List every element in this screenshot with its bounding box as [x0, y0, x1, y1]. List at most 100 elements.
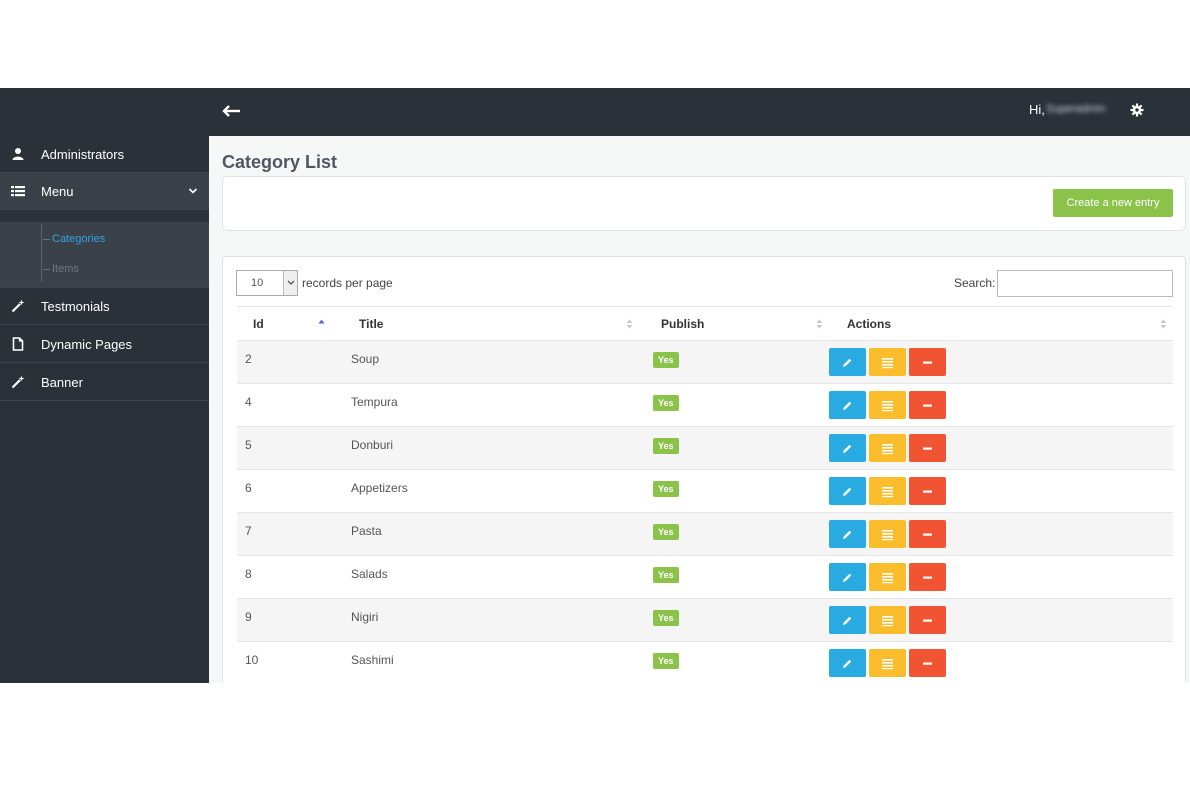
- cell-id: 10: [237, 641, 331, 683]
- list-button[interactable]: [869, 391, 906, 419]
- cell-publish: Yes: [639, 469, 829, 513]
- dash-icon: [43, 238, 50, 240]
- list-button[interactable]: [869, 477, 906, 505]
- back-arrow-icon[interactable]: [221, 100, 243, 122]
- column-header-title[interactable]: Title: [331, 306, 639, 341]
- column-header-id[interactable]: Id: [237, 306, 331, 341]
- list-button[interactable]: [869, 348, 906, 376]
- cell-id: 4: [237, 383, 331, 427]
- edit-button[interactable]: [829, 606, 866, 634]
- cell-title: Sashimi: [331, 641, 639, 683]
- submenu-item-label: Categories: [52, 233, 106, 245]
- action-panel: Create a new entry: [222, 176, 1186, 231]
- minus-icon: [923, 533, 932, 536]
- cell-title: Tempura: [331, 383, 639, 427]
- cell-actions: [829, 598, 1173, 642]
- username-text: Superadmin: [1046, 103, 1106, 115]
- cell-id: 6: [237, 469, 331, 513]
- cell-publish: Yes: [639, 555, 829, 599]
- select-caret: [283, 271, 297, 295]
- greeting-text: Hi,: [1029, 102, 1045, 117]
- list-icon: [882, 616, 893, 627]
- cell-actions: [829, 641, 1173, 683]
- table-header-row: Id Title Publish Actions: [237, 306, 1173, 341]
- delete-button[interactable]: [909, 563, 946, 591]
- minus-icon: [923, 662, 932, 665]
- records-per-page-select[interactable]: 10: [236, 270, 298, 296]
- delete-button[interactable]: [909, 606, 946, 634]
- cell-publish: Yes: [639, 383, 829, 427]
- cell-actions: [829, 383, 1173, 427]
- sort-icon: [1160, 319, 1167, 329]
- list-button[interactable]: [869, 606, 906, 634]
- list-button[interactable]: [869, 649, 906, 677]
- submenu-item-categories[interactable]: Categories: [43, 233, 105, 245]
- cell-id: 2: [237, 340, 331, 384]
- delete-button[interactable]: [909, 391, 946, 419]
- list-icon: [882, 659, 893, 670]
- select-value: 10: [251, 277, 264, 289]
- sidebar-item-menu[interactable]: Menu: [0, 173, 209, 210]
- list-icon: [882, 401, 893, 412]
- edit-button[interactable]: [829, 391, 866, 419]
- sidebar-item-label: Testmonials: [41, 299, 110, 314]
- sort-icon: [816, 319, 823, 329]
- list-button[interactable]: [869, 563, 906, 591]
- list-icon: [882, 444, 893, 455]
- publish-badge: Yes: [653, 352, 679, 368]
- cell-title: Salads: [331, 555, 639, 599]
- column-header-publish[interactable]: Publish: [639, 306, 829, 341]
- delete-button[interactable]: [909, 520, 946, 548]
- publish-badge: Yes: [653, 438, 679, 454]
- list-button[interactable]: [869, 434, 906, 462]
- edit-button[interactable]: [829, 348, 866, 376]
- chevron-down-icon: [188, 188, 198, 194]
- column-header-label: Publish: [661, 316, 705, 331]
- sidebar-item-banner[interactable]: Banner: [0, 364, 209, 401]
- edit-button[interactable]: [829, 563, 866, 591]
- cell-actions: [829, 426, 1173, 470]
- submenu-item-label: Items: [52, 263, 79, 275]
- delete-button[interactable]: [909, 477, 946, 505]
- sidebar-item-administrators[interactable]: Administrators: [0, 136, 209, 173]
- cell-actions: [829, 469, 1173, 513]
- table-row: 5 Donburi Yes: [237, 426, 1173, 470]
- column-header-actions[interactable]: Actions: [829, 306, 1173, 341]
- publish-badge: Yes: [653, 610, 679, 626]
- cell-title: Nigiri: [331, 598, 639, 642]
- table-row: 10 Sashimi Yes: [237, 641, 1173, 683]
- minus-icon: [923, 490, 932, 493]
- submenu-item-items[interactable]: Items: [43, 263, 79, 275]
- column-header-label: Title: [359, 316, 384, 331]
- sidebar-item-dynamic-pages[interactable]: Dynamic Pages: [0, 326, 209, 363]
- pencil-icon: [843, 358, 852, 367]
- pencil-icon: [843, 401, 852, 410]
- cell-title: Soup: [331, 340, 639, 384]
- delete-button[interactable]: [909, 649, 946, 677]
- list-button[interactable]: [869, 520, 906, 548]
- page-title: Category List: [222, 152, 338, 172]
- sidebar: Administrators Menu Categories Items Tes…: [0, 136, 209, 683]
- app-window: Hi, Superadmin Administrators Menu Categ…: [0, 88, 1190, 683]
- edit-button[interactable]: [829, 649, 866, 677]
- search-input[interactable]: [997, 270, 1173, 297]
- delete-button[interactable]: [909, 348, 946, 376]
- delete-button[interactable]: [909, 434, 946, 462]
- cell-title: Appetizers: [331, 469, 639, 513]
- cell-id: 8: [237, 555, 331, 599]
- gear-icon[interactable]: [1130, 103, 1144, 117]
- list-icon: [882, 487, 893, 498]
- pencil-icon: [843, 616, 852, 625]
- edit-button[interactable]: [829, 520, 866, 548]
- column-header-label: Id: [253, 316, 264, 331]
- sort-ascending-icon: [318, 319, 325, 324]
- cell-title: Pasta: [331, 512, 639, 556]
- sidebar-item-testmonials[interactable]: Testmonials: [0, 288, 209, 325]
- edit-button[interactable]: [829, 434, 866, 462]
- edit-button[interactable]: [829, 477, 866, 505]
- create-entry-button[interactable]: Create a new entry: [1053, 189, 1173, 217]
- sidebar-item-label: Menu: [41, 184, 74, 199]
- search-label: Search:: [954, 276, 996, 290]
- list-icon: [882, 573, 893, 584]
- menu-submenu: Categories Items: [0, 222, 209, 288]
